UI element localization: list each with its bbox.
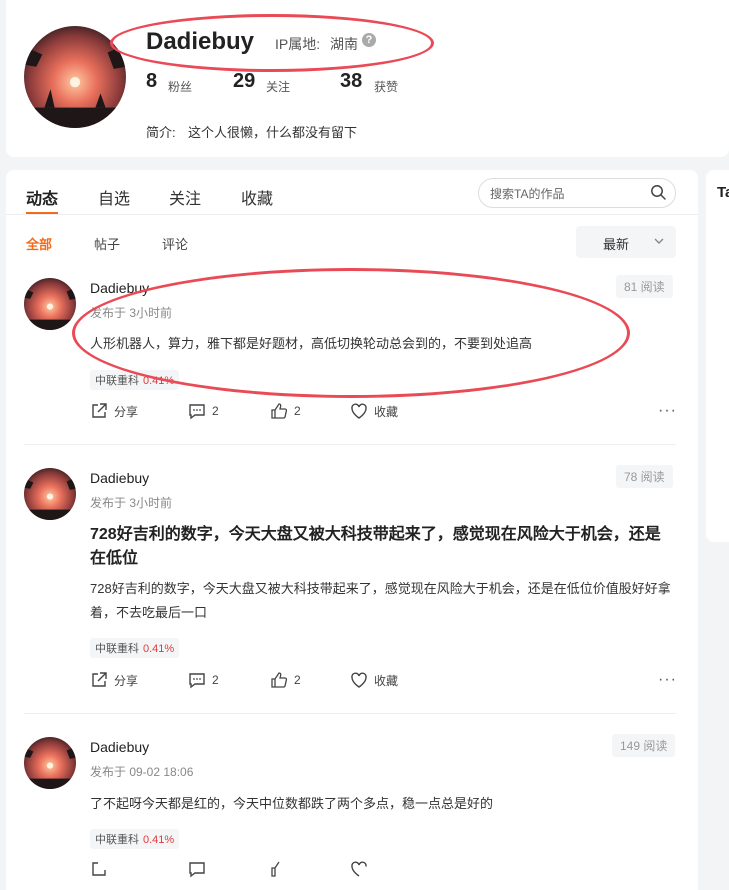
share-label: 分享	[114, 404, 139, 419]
right-panel	[706, 170, 729, 542]
post-separator	[24, 713, 676, 714]
subtab-posts[interactable]: 帖子	[94, 234, 120, 253]
stock-tag[interactable]: 中联重科 0.41%	[90, 370, 180, 390]
post-time: 发布于 09-02 18:06	[90, 765, 194, 779]
share-button[interactable]	[90, 860, 108, 878]
followers-count[interactable]: 8	[146, 70, 157, 93]
favorite-label: 收藏	[374, 404, 399, 419]
comment-count: 2	[212, 404, 219, 418]
sort-label[interactable]: 最新	[603, 234, 629, 253]
help-icon[interactable]: ?	[362, 33, 376, 47]
like-button[interactable]	[270, 860, 288, 878]
followers-label[interactable]: 粉丝	[168, 78, 192, 95]
stock-change: 0.41%	[143, 375, 175, 387]
stock-change: 0.41%	[143, 834, 175, 846]
ip-location-value: 湖南	[330, 36, 358, 52]
comment-button[interactable]: 2	[188, 402, 219, 420]
bio-label: 简介:	[146, 125, 176, 140]
following-label[interactable]: 关注	[266, 78, 290, 95]
post-separator	[24, 444, 676, 445]
favorite-button[interactable]: 收藏	[350, 671, 398, 689]
share-icon	[92, 672, 107, 687]
comment-icon	[189, 673, 205, 689]
like-button[interactable]: 2	[270, 671, 301, 689]
stock-name: 中联重科	[95, 375, 139, 387]
post-author-name[interactable]: Dadiebuy	[90, 280, 149, 296]
bio-text: 这个人很懒，什么都没有留下	[188, 125, 358, 140]
tab-watchlist[interactable]: 自选	[98, 185, 130, 209]
post-author-name[interactable]: Dadiebuy	[90, 739, 149, 755]
chevron-down-icon[interactable]	[653, 236, 665, 246]
following-count[interactable]: 29	[233, 70, 255, 93]
likes-received-count: 38	[340, 70, 363, 92]
avatar-image	[24, 26, 126, 128]
post-body[interactable]: 了不起呀今天都是红的，今天中位数都跌了两个多点，稳一点总是好的	[90, 792, 680, 816]
search-icon[interactable]	[650, 184, 666, 200]
search-input[interactable]: 搜索TA的作品	[490, 185, 564, 202]
share-button[interactable]: 分享	[90, 402, 138, 420]
stock-name: 中联重科	[95, 834, 139, 846]
post-author-avatar[interactable]	[24, 737, 76, 789]
ip-location-label: IP属地:	[275, 36, 321, 52]
like-count: 2	[294, 404, 301, 418]
comment-button[interactable]	[188, 860, 206, 878]
comment-icon	[189, 404, 205, 420]
share-icon	[92, 862, 106, 876]
like-button[interactable]: 2	[270, 402, 301, 420]
tab-following[interactable]: 关注	[169, 185, 201, 209]
avatar-image	[24, 737, 76, 789]
more-options-icon[interactable]: ···	[658, 402, 677, 420]
share-icon	[92, 403, 107, 418]
profile-username: Dadiebuy	[146, 28, 255, 55]
comment-button[interactable]: 2	[188, 671, 219, 689]
post-time: 发布于 3小时前	[90, 306, 173, 320]
tab-divider	[6, 214, 698, 215]
share-label: 分享	[114, 673, 139, 688]
favorite-label: 收藏	[374, 673, 399, 688]
heart-icon	[351, 403, 367, 419]
tab-activity[interactable]: 动态	[26, 185, 58, 209]
avatar-image	[24, 278, 76, 330]
right-panel-title: Ta	[717, 184, 729, 201]
post-read-count: 78 阅读	[616, 465, 673, 488]
subtab-all[interactable]: 全部	[26, 234, 52, 253]
likes-received-label: 获赞	[374, 80, 399, 94]
post-author-name[interactable]: Dadiebuy	[90, 470, 149, 486]
stock-change: 0.41%	[143, 643, 175, 655]
post-read-count: 81 阅读	[616, 275, 673, 298]
thumbs-up-icon	[271, 861, 280, 877]
subtab-comments[interactable]: 评论	[162, 234, 188, 253]
stock-tag[interactable]: 中联重科 0.41%	[90, 829, 180, 849]
favorite-button[interactable]: 收藏	[350, 402, 398, 420]
heart-icon	[351, 861, 367, 877]
thumbs-up-icon	[271, 672, 288, 688]
post-body[interactable]: 人形机器人，算力，雅下都是好题材，高低切换轮动总会到的，不要到处追高	[90, 332, 680, 356]
more-options-icon[interactable]: ···	[658, 671, 677, 689]
thumbs-up-icon	[271, 403, 288, 419]
heart-icon	[351, 672, 367, 688]
post-author-avatar[interactable]	[24, 468, 76, 520]
avatar-image	[24, 468, 76, 520]
stock-tag[interactable]: 中联重科 0.41%	[90, 638, 180, 658]
share-button[interactable]: 分享	[90, 671, 138, 689]
post-read-count: 149 阅读	[612, 734, 676, 757]
tab-favorites[interactable]: 收藏	[241, 185, 273, 209]
post-title[interactable]: 728好吉利的数字，今天大盘又被大科技带起来了，感觉现在风险大于机会，还是在低位	[90, 523, 670, 571]
favorite-button[interactable]	[350, 860, 368, 878]
comment-icon	[189, 862, 205, 878]
post-body[interactable]: 728好吉利的数字，今天大盘又被大科技带起来了，感觉现在风险大于机会，还是在低位…	[90, 577, 680, 625]
post-author-avatar[interactable]	[24, 278, 76, 330]
like-count: 2	[294, 673, 301, 687]
stock-name: 中联重科	[95, 643, 139, 655]
profile-avatar[interactable]	[24, 26, 126, 128]
post-time: 发布于 3小时前	[90, 496, 173, 510]
comment-count: 2	[212, 673, 219, 687]
